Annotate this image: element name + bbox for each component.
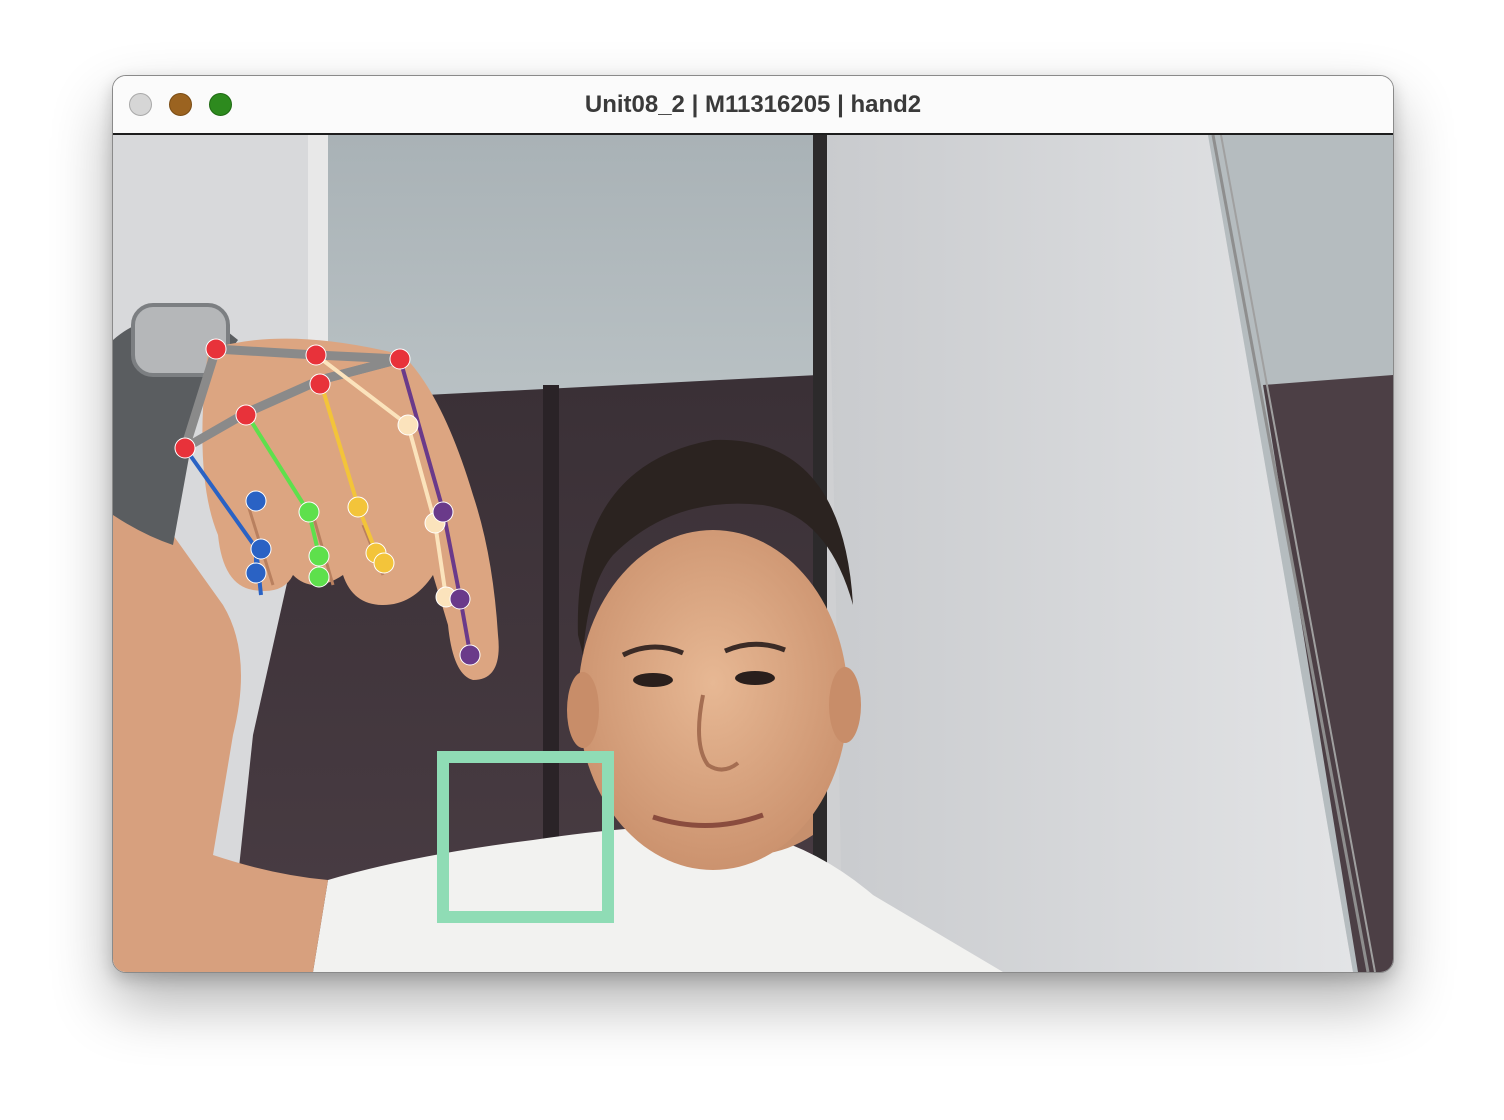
camera-frame [113,135,1393,972]
landmark-pinky-tip [459,644,481,666]
right-eye [735,671,775,685]
landmark-middle-tip [373,552,395,574]
right-ear [829,667,861,743]
landmark-index-2 [308,545,330,567]
face [578,530,848,870]
landmark-palm [205,338,227,360]
landmark-thumb-2 [250,538,272,560]
landmark-index-tip [308,566,330,588]
title-bar[interactable]: Unit08_2 | M11316205 | hand2 [113,76,1393,135]
window-frame [813,135,827,972]
landmark-pinky-mcp [389,348,411,370]
left-eye [633,673,673,687]
landmark-thumb-1 [245,490,267,512]
landmark-middle-1 [347,496,369,518]
landmark-thumb-tip [245,562,267,584]
landmark-index-mcp [235,404,257,426]
app-window: Unit08_2 | M11316205 | hand2 [112,75,1394,973]
landmark-wrist [174,437,196,459]
landmark-pinky-1 [432,501,454,523]
camera-view [113,135,1393,972]
landmark-ring-mcp [305,344,327,366]
window-title: Unit08_2 | M11316205 | hand2 [584,91,922,118]
landmark-middle-mcp [309,373,331,395]
landmark-ring-1 [397,414,419,436]
landmark-index-1 [298,501,320,523]
left-ear [567,672,599,748]
landmark-pinky-2 [449,588,471,610]
